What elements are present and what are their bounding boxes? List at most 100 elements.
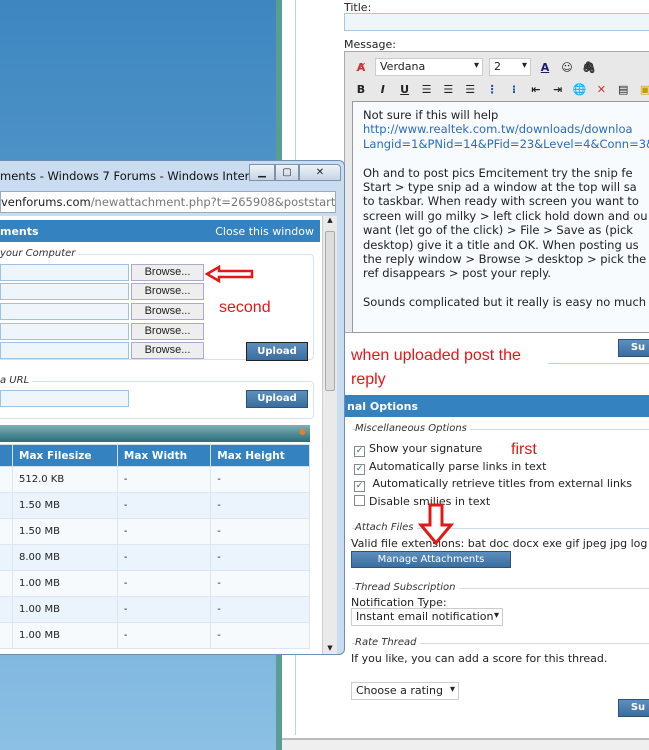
option-show-signature[interactable]: ✓ Show your signature [354, 442, 482, 457]
rate-thread-legend: Rate Thread [355, 637, 420, 648]
file-input-2[interactable] [0, 283, 129, 300]
collapse-icon[interactable]: ● [299, 427, 306, 436]
close-window-link[interactable]: Close this window [215, 225, 314, 238]
table-cell: - [210, 518, 310, 545]
message-textarea[interactable]: Not sure if this will help http://www.re… [352, 101, 649, 333]
indent-icon[interactable]: ⇥ [550, 83, 566, 96]
table-header: Max Filesize [12, 444, 118, 467]
url-input[interactable] [0, 390, 129, 407]
notification-select[interactable]: Instant email notification [351, 608, 503, 626]
remove-format-icon[interactable]: A̸ [353, 61, 369, 74]
message-line: screen will go milky > left click hold d… [363, 208, 648, 223]
table-cell: 1.00 MB [12, 622, 118, 649]
table-cell: 1.50 MB [12, 518, 118, 545]
message-link[interactable]: http://www.realtek.com.tw/downloads/down… [363, 122, 641, 136]
unordered-list-icon[interactable]: ⁝ [506, 83, 522, 96]
attach-files-legend: Attach Files [355, 522, 417, 533]
option-label: Show your signature [369, 442, 483, 455]
checkbox-checked[interactable]: ✓ [354, 446, 365, 457]
table-cell: - [116, 622, 212, 649]
annotation-second: second [219, 299, 271, 316]
checkbox-checked[interactable]: ✓ [354, 481, 365, 492]
insert-email-icon[interactable]: ▤ [615, 83, 631, 96]
address-path: /newattachment.php?t=265908&poststarttim… [90, 195, 336, 209]
attachment-popup-window: ments - Windows 7 Forums - Windows Inter… [0, 160, 345, 655]
manage-attachments-button[interactable]: Manage Attachments [351, 551, 511, 568]
close-button[interactable]: ✕ [299, 164, 341, 181]
popup-scrollbar[interactable]: ▲ ▼ [322, 216, 337, 654]
file-input-1[interactable] [0, 264, 129, 281]
additional-options-header: nal Options [345, 395, 649, 417]
extensions-table: Max Filesize Max Width Max Height 512.0 … [0, 444, 310, 649]
table-cell [0, 518, 13, 545]
browse-button-2[interactable]: Browse... [131, 283, 204, 300]
file-input-4[interactable] [0, 323, 129, 340]
message-line: want (let go of the click) > File > Save… [363, 223, 633, 238]
arrow-left-annotation-icon [205, 265, 254, 283]
computer-legend: your Computer [0, 248, 79, 259]
ordered-list-icon[interactable]: ⋮ [484, 83, 500, 96]
submit-button-top[interactable]: Su [618, 339, 649, 357]
table-header: Max Height [210, 444, 310, 467]
table-row: 1.00 MB - - [0, 622, 310, 649]
align-center-icon[interactable]: ☰ [440, 83, 456, 96]
table-header [0, 444, 13, 467]
table-cell: - [210, 596, 310, 623]
table-row: 1.00 MB - - [0, 596, 310, 623]
popup-header-title: ments [0, 225, 39, 238]
url-legend: a URL [0, 375, 33, 386]
address-bar[interactable]: venforums.com/newattachment.php?t=265908… [0, 191, 336, 213]
table-cell: 1.00 MB [12, 570, 118, 597]
browse-button-3[interactable]: Browse... [131, 303, 204, 320]
align-right-icon[interactable]: ☰ [462, 83, 478, 96]
align-left-icon[interactable]: ☰ [419, 83, 435, 96]
table-cell: - [210, 544, 310, 571]
submit-button-bottom[interactable]: Su [618, 699, 649, 717]
rating-select[interactable]: Choose a rating [351, 682, 459, 700]
size-select[interactable]: 2 [489, 58, 531, 76]
table-cell: - [116, 466, 212, 493]
message-line: Not sure if this will help [363, 108, 499, 122]
message-line: Sounds complicated but it really is easy… [363, 295, 647, 310]
bold-button[interactable]: B [353, 83, 369, 96]
scroll-down-icon[interactable]: ▼ [323, 644, 337, 652]
underline-button[interactable]: U [397, 83, 413, 96]
smiley-icon[interactable]: ☺ [559, 61, 575, 74]
browse-button-5[interactable]: Browse... [131, 342, 204, 359]
file-input-3[interactable] [0, 303, 129, 320]
table-cell [0, 596, 13, 623]
insert-link-icon[interactable]: 🌐 [572, 83, 588, 96]
scroll-thumb[interactable] [325, 231, 335, 391]
checkbox-unchecked[interactable] [354, 495, 365, 506]
table-cell: 1.00 MB [12, 596, 118, 623]
address-domain: venforums.com [1, 195, 91, 209]
upload-button-computer[interactable]: Upload [246, 342, 308, 361]
outdent-icon[interactable]: ⇤ [528, 83, 544, 96]
upload-button-url[interactable]: Upload [246, 390, 308, 408]
checkbox-checked[interactable]: ✓ [354, 464, 365, 475]
scroll-up-icon[interactable]: ▲ [323, 216, 337, 224]
attachment-icon[interactable]: 🖇 [581, 61, 597, 74]
unlink-icon[interactable]: ✕ [593, 83, 609, 96]
italic-button[interactable]: I [375, 83, 391, 96]
title-input[interactable] [344, 13, 649, 31]
message-link[interactable]: Langid=1&PNid=14&PFid=23&Level=4&Conn=3&… [363, 137, 649, 151]
table-cell: - [116, 596, 212, 623]
file-input-5[interactable] [0, 342, 129, 359]
browse-button-1[interactable]: Browse... [131, 264, 204, 281]
insert-image-icon[interactable]: ▣ [637, 83, 649, 96]
option-retrieve-titles[interactable]: ✓ Automatically retrieve titles from ext… [354, 477, 632, 492]
font-select[interactable]: Verdana [375, 58, 483, 76]
font-color-icon[interactable]: A [537, 61, 553, 74]
message-line: the reply window > Browse > desktop > pi… [363, 252, 647, 267]
extensions-table-header-bar: ● [0, 425, 310, 442]
table-cell [0, 466, 13, 493]
browse-button-4[interactable]: Browse... [131, 323, 204, 340]
minimize-button[interactable]: ▁ [249, 164, 275, 181]
thread-subscription-legend: Thread Subscription [355, 582, 459, 593]
status-bar [282, 738, 649, 750]
table-cell: - [210, 622, 310, 649]
option-parse-links[interactable]: ✓ Automatically parse links in text [354, 460, 546, 475]
message-line: Oh and to post pics Emcitement try the s… [363, 165, 633, 180]
maximize-button[interactable]: ▢ [275, 164, 299, 181]
